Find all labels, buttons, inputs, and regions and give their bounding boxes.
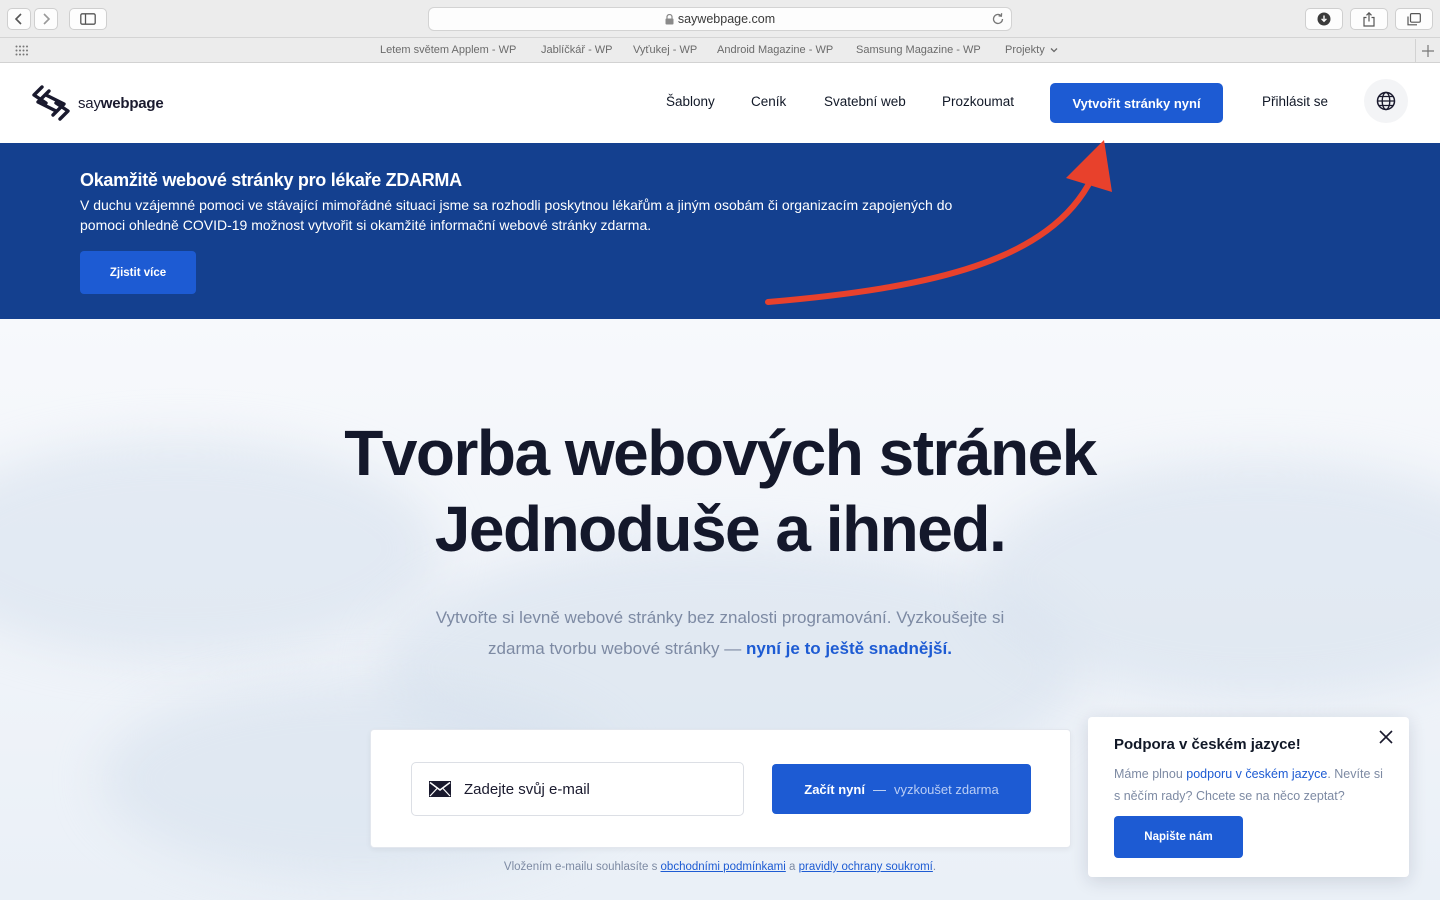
favorite-link[interactable]: Android Magazine - WP — [717, 44, 833, 56]
start-now-button[interactable]: Začít nyní — vyzkoušet zdarma — [772, 764, 1031, 814]
nav-link-cenik[interactable]: Ceník — [751, 94, 786, 109]
nav-link-svatebni-web[interactable]: Svatební web — [824, 94, 906, 109]
favorite-link[interactable]: Vyťukej - WP — [633, 44, 697, 56]
reload-icon[interactable] — [991, 12, 1005, 26]
email-input[interactable] — [464, 780, 724, 798]
nav-link-prozkoumat[interactable]: Prozkoumat — [942, 94, 1014, 109]
address-bar[interactable]: saywebpage.com — [428, 7, 1012, 31]
favorite-link[interactable]: Jablíčkář - WP — [541, 44, 613, 56]
saywebpage-logo-icon — [32, 85, 70, 121]
sidebar-icon — [80, 13, 96, 25]
tabs-icon — [1407, 12, 1421, 25]
favorite-link[interactable]: Letem světem Applem - WP — [380, 44, 516, 56]
hero-subtitle-plain: zdarma tvorbu webové stránky — — [488, 639, 742, 658]
privacy-link[interactable]: pravidly ochrany soukromí — [799, 861, 933, 873]
hero-title-line2: Jednoduše a ihned. — [434, 493, 1007, 565]
chevron-right-icon — [43, 13, 51, 25]
sidebar-toggle-button[interactable] — [69, 8, 107, 30]
new-tab-button[interactable] — [1415, 39, 1440, 62]
learn-more-button[interactable]: Zjistit více — [80, 251, 196, 294]
site-logo[interactable]: saywebpage — [32, 83, 164, 123]
url-text: saywebpage.com — [677, 12, 776, 26]
logo-prefix: say — [78, 94, 101, 112]
downloads-button[interactable] — [1305, 8, 1343, 30]
banner-title: Okamžitě webové stránky pro lékaře ZDARM… — [80, 170, 462, 190]
login-link[interactable]: Přihlásit se — [1262, 94, 1328, 109]
signup-card: Začít nyní — vyzkoušet zdarma — [370, 729, 1071, 848]
email-field[interactable] — [411, 762, 744, 816]
logo-bold: webpage — [100, 94, 164, 112]
support-text: Máme plnou podporu v českém jazyce. Neví… — [1114, 763, 1384, 807]
banner-text: V duchu vzájemné pomoci ve stávající mim… — [80, 197, 953, 233]
logo-wordmark: saywebpage — [78, 95, 164, 112]
favorites-folder-projekty[interactable]: Projekty — [1005, 44, 1058, 56]
favorite-link[interactable]: Samsung Magazine - WP — [856, 44, 981, 56]
terms-mid: a — [789, 861, 796, 873]
download-icon — [1317, 12, 1331, 26]
hero-subtitle-line2: zdarma tvorbu webové stránky — nyní je t… — [0, 633, 1440, 664]
share-icon — [1363, 11, 1375, 27]
support-text-before: Máme plnou — [1114, 767, 1183, 781]
terms-link[interactable]: obchodními podmínkami — [661, 861, 786, 873]
back-button[interactable] — [7, 8, 31, 30]
support-popup: Podpora v českém jazyce! Máme plnou podp… — [1088, 717, 1409, 877]
chevron-left-icon — [14, 13, 22, 25]
hero-subtitle-line1: Vytvořte si levně webové stránky bez zna… — [435, 608, 1005, 627]
start-button-dash: — — [872, 781, 886, 797]
forward-button[interactable] — [34, 8, 58, 30]
site-header: saywebpage Šablony Ceník Svatební web Pr… — [0, 63, 1440, 143]
write-us-button[interactable]: Napište nám — [1114, 816, 1243, 858]
hero-subtitle-highlight[interactable]: nyní je to ještě snadnější. — [746, 639, 952, 658]
share-button[interactable] — [1350, 8, 1388, 30]
globe-icon — [1376, 91, 1396, 111]
hero-title-line1: Tvorba webových stránek — [344, 417, 1097, 489]
support-language-link[interactable]: podporu v českém jazyce — [1186, 767, 1327, 781]
covid-banner: Okamžitě webové stránky pro lékaře ZDARM… — [0, 143, 1440, 319]
support-title: Podpora v českém jazyce! — [1114, 736, 1301, 753]
browser-toolbar: saywebpage.com — [0, 0, 1440, 38]
chevron-down-icon — [1050, 48, 1058, 53]
favorites-bar: Letem světem Applem - WP Jablíčkář - WP … — [0, 38, 1440, 63]
nav-link-sablony[interactable]: Šablony — [666, 94, 715, 109]
create-site-button[interactable]: Vytvořit stránky nyní — [1050, 83, 1223, 123]
plus-icon — [1422, 44, 1434, 57]
apps-grid-icon[interactable] — [15, 45, 29, 56]
start-button-label: Začít nyní — [804, 781, 865, 797]
tabs-overview-button[interactable] — [1395, 8, 1433, 30]
favorites-folder-label: Projekty — [1005, 44, 1045, 56]
terms-prefix: Vložením e-mailu souhlasíte s — [503, 861, 658, 873]
terms-suffix: . — [932, 861, 937, 873]
close-icon[interactable] — [1378, 729, 1394, 745]
envelope-icon — [429, 781, 451, 797]
start-button-sublabel: vyzkoušet zdarma — [893, 781, 999, 797]
language-button[interactable] — [1364, 79, 1408, 123]
lock-icon — [665, 13, 674, 24]
